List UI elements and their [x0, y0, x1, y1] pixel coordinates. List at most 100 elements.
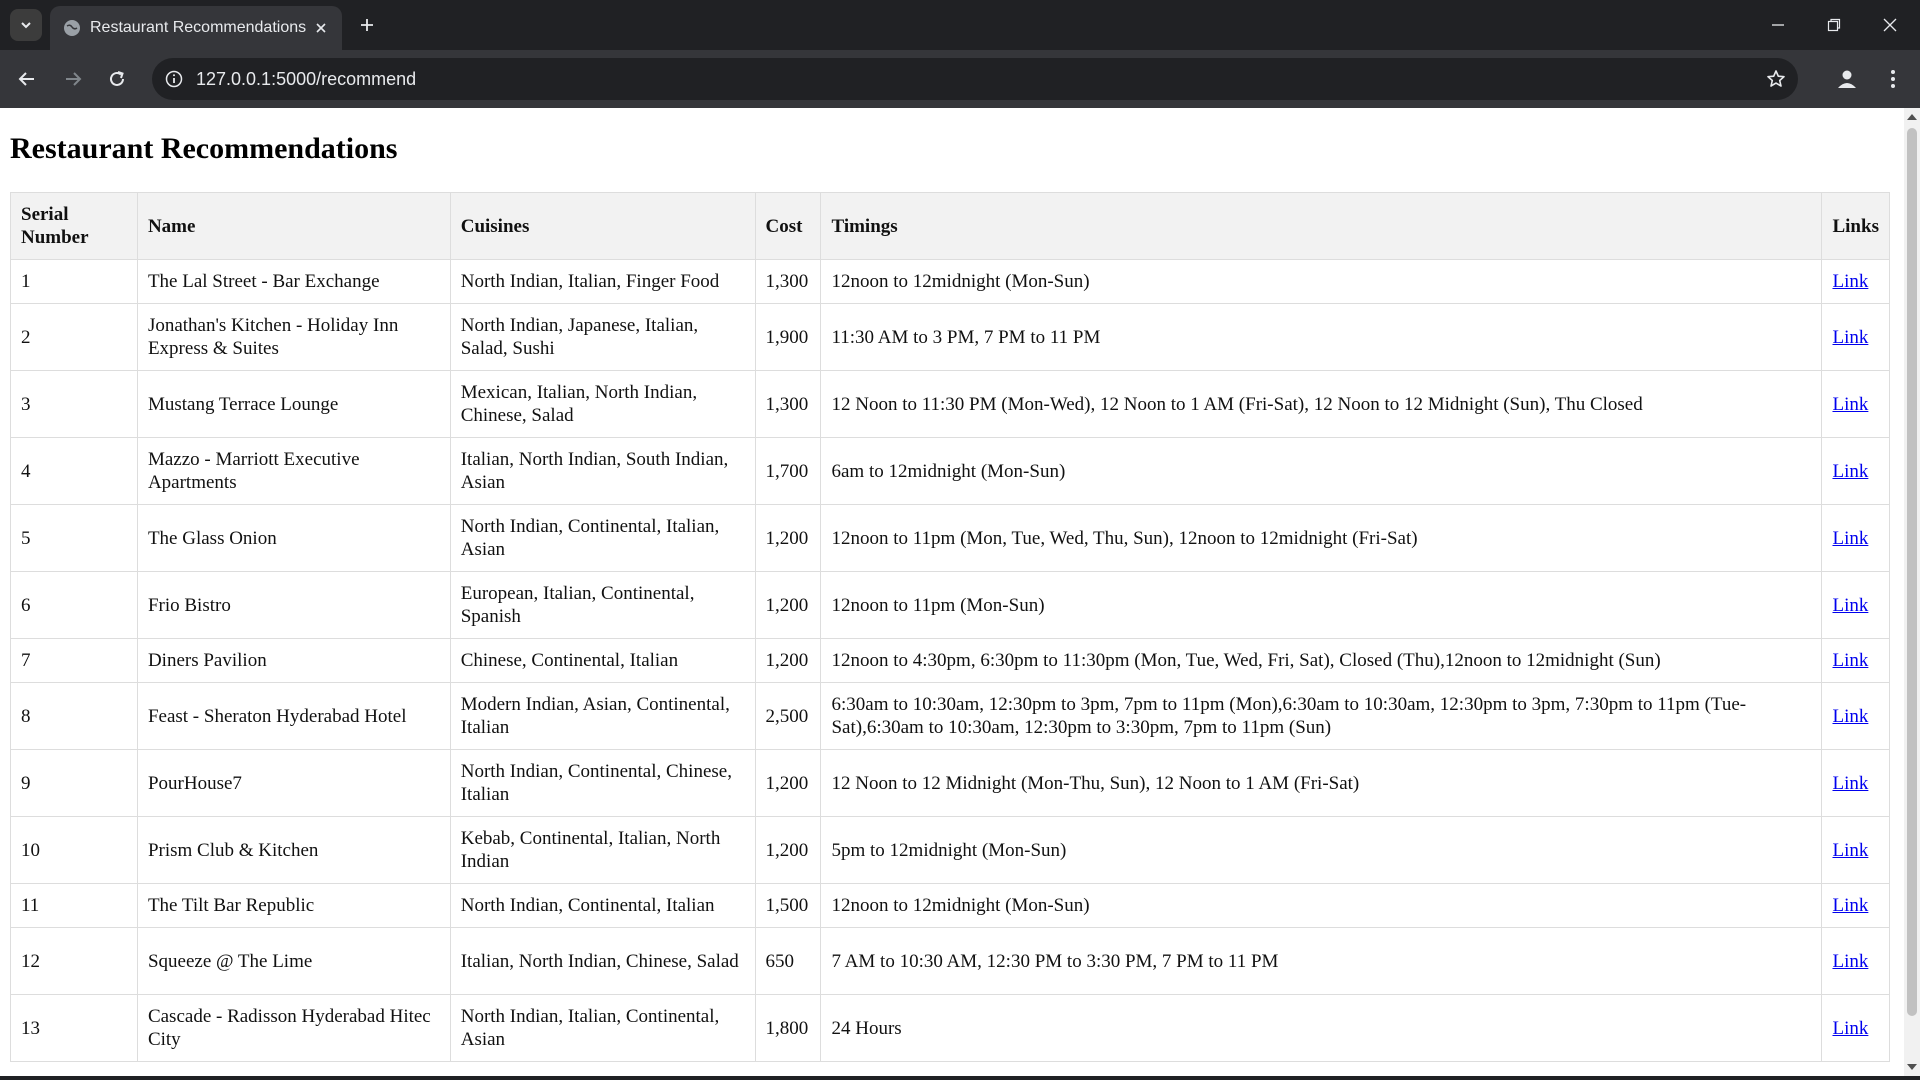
profile-icon [1838, 70, 1856, 88]
cell-link: Link [1821, 927, 1890, 995]
header-timings: Timings [820, 192, 1823, 260]
header-links: Links [1821, 192, 1890, 260]
scroll-down-arrow-icon[interactable] [1907, 1064, 1917, 1070]
cell-name: The Glass Onion [136, 504, 451, 572]
cell-link: Link [1821, 638, 1890, 683]
minimize-button[interactable] [1750, 0, 1806, 50]
table-row: 2 Jonathan's Kitchen - Holiday Inn Expre… [10, 303, 1890, 371]
cell-serial: 10 [10, 816, 138, 884]
cell-link: Link [1821, 883, 1890, 928]
cell-timings: 12noon to 11pm (Mon-Sun) [820, 571, 1823, 639]
cell-timings: 12noon to 12midnight (Mon-Sun) [820, 883, 1823, 928]
restore-button[interactable] [1806, 0, 1862, 50]
cell-link: Link [1821, 816, 1890, 884]
cell-name: Jonathan's Kitchen - Holiday Inn Express… [136, 303, 451, 371]
cell-name: The Lal Street - Bar Exchange [136, 259, 451, 304]
restaurant-link[interactable]: Link [1832, 271, 1868, 292]
restaurant-link[interactable]: Link [1832, 840, 1868, 861]
close-window-button[interactable] [1862, 0, 1918, 50]
table-row: 12 Squeeze @ The Lime Italian, North Ind… [10, 927, 1890, 995]
restaurant-link[interactable]: Link [1832, 895, 1868, 916]
tab-close-button[interactable] [310, 17, 332, 39]
cell-cuisines: Chinese, Continental, Italian [449, 638, 756, 683]
page-viewport: Restaurant Recommendations Serial Number… [0, 108, 1904, 1076]
scrollbar-thumb[interactable] [1907, 128, 1917, 1016]
cell-link: Link [1821, 994, 1890, 1062]
restaurant-link[interactable]: Link [1832, 951, 1868, 972]
cell-serial: 8 [10, 682, 138, 750]
cell-cuisines: North Indian, Continental, Chinese, Ital… [449, 749, 756, 817]
restaurant-link[interactable]: Link [1832, 595, 1868, 616]
recommendations-table: Serial Number Name Cuisines Cost Timings… [10, 192, 1890, 1062]
header-serial-number: Serial Number [10, 192, 138, 260]
cell-timings: 12noon to 12midnight (Mon-Sun) [820, 259, 1823, 304]
restaurant-link[interactable]: Link [1832, 1018, 1868, 1039]
cell-cost: 1,200 [754, 749, 822, 817]
cell-cost: 1,700 [754, 437, 822, 505]
cell-link: Link [1821, 749, 1890, 817]
cell-link: Link [1821, 437, 1890, 505]
arrow-right-icon [66, 72, 82, 86]
close-icon [1883, 18, 1897, 32]
cell-cost: 1,500 [754, 883, 822, 928]
cell-cost: 1,900 [754, 303, 822, 371]
cell-name: Feast - Sheraton Hyderabad Hotel [136, 682, 451, 750]
cell-name: The Tilt Bar Republic [136, 883, 451, 928]
table-row: 10 Prism Club & Kitchen Kebab, Continent… [10, 816, 1890, 884]
info-icon [165, 70, 183, 88]
cell-cuisines: North Indian, Continental, Italian [449, 883, 756, 928]
table-row: 9 PourHouse7 North Indian, Continental, … [10, 749, 1890, 817]
table-row: 1 The Lal Street - Bar Exchange North In… [10, 259, 1890, 304]
site-info-button[interactable] [162, 67, 186, 91]
reload-button[interactable] [100, 62, 134, 96]
table-row: 7 Diners Pavilion Chinese, Continental, … [10, 638, 1890, 683]
cell-cost: 1,200 [754, 638, 822, 683]
restaurant-link[interactable]: Link [1832, 650, 1868, 671]
restaurant-link[interactable]: Link [1832, 773, 1868, 794]
tab-search-button[interactable] [10, 9, 42, 41]
profile-button[interactable] [1830, 62, 1864, 96]
restaurant-link[interactable]: Link [1832, 528, 1868, 549]
page-scrollbar[interactable] [1904, 108, 1920, 1076]
cell-timings: 5pm to 12midnight (Mon-Sun) [820, 816, 1823, 884]
cell-cost: 650 [754, 927, 822, 995]
browser-menu-button[interactable] [1876, 62, 1910, 96]
cell-cost: 1,300 [754, 370, 822, 438]
table-row: 13 Cascade - Radisson Hyderabad Hitec Ci… [10, 994, 1890, 1062]
arrow-left-icon [18, 72, 34, 86]
table-row: 4 Mazzo - Marriott Executive Apartments … [10, 437, 1890, 505]
cell-link: Link [1821, 259, 1890, 304]
cell-serial: 1 [10, 259, 138, 304]
cell-cost: 1,800 [754, 994, 822, 1062]
restaurant-link[interactable]: Link [1832, 706, 1868, 727]
tab-title: Restaurant Recommendations [90, 19, 307, 36]
cell-name: Prism Club & Kitchen [136, 816, 451, 884]
cell-timings: 6am to 12midnight (Mon-Sun) [820, 437, 1823, 505]
cell-serial: 12 [10, 927, 138, 995]
scroll-up-arrow-icon[interactable] [1907, 114, 1917, 120]
restaurant-link[interactable]: Link [1832, 461, 1868, 482]
active-tab[interactable]: Restaurant Recommendations [50, 6, 342, 50]
forward-button[interactable] [56, 62, 90, 96]
browser-toolbar: 127.0.0.1:5000/recommend [0, 50, 1920, 108]
globe-icon [64, 20, 80, 36]
cell-cost: 1,200 [754, 816, 822, 884]
cell-name: Mazzo - Marriott Executive Apartments [136, 437, 451, 505]
new-tab-button[interactable] [352, 10, 382, 40]
restaurant-link[interactable]: Link [1832, 394, 1868, 415]
cell-name: Cascade - Radisson Hyderabad Hitec City [136, 994, 451, 1062]
cell-timings: 12noon to 4:30pm, 6:30pm to 11:30pm (Mon… [820, 638, 1823, 683]
cell-serial: 9 [10, 749, 138, 817]
star-icon [1767, 70, 1785, 87]
table-row: 8 Feast - Sheraton Hyderabad Hotel Moder… [10, 682, 1890, 750]
url-text[interactable]: 127.0.0.1:5000/recommend [196, 69, 416, 90]
header-name: Name [136, 192, 451, 260]
restaurant-link[interactable]: Link [1832, 327, 1868, 348]
back-button[interactable] [10, 62, 44, 96]
cell-serial: 4 [10, 437, 138, 505]
more-vertical-icon [1891, 70, 1895, 88]
cell-link: Link [1821, 303, 1890, 371]
address-bar[interactable]: 127.0.0.1:5000/recommend [152, 58, 1798, 100]
bookmark-button[interactable] [1764, 67, 1788, 91]
cell-cuisines: Italian, North Indian, Chinese, Salad [449, 927, 756, 995]
